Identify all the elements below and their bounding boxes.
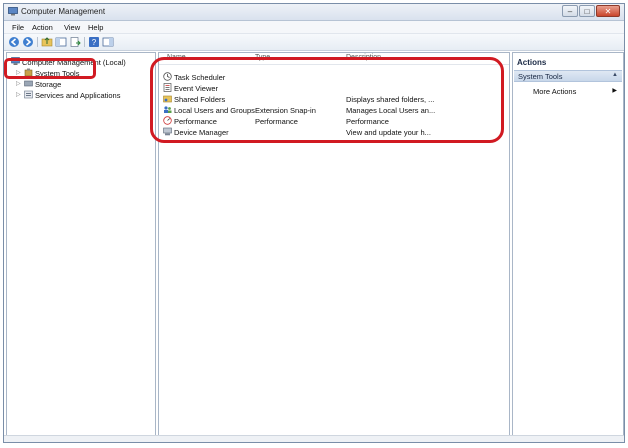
menu-action[interactable]: Action [32, 23, 53, 32]
show-hide-tree-icon[interactable] [55, 36, 67, 48]
minimize-button[interactable]: – [562, 5, 578, 17]
collapse-arrow-icon[interactable]: ▲ [612, 72, 618, 78]
toolbar-separator [37, 37, 38, 47]
services-icon [24, 90, 33, 99]
up-folder-icon[interactable] [41, 36, 53, 48]
actions-section-label: System Tools [518, 72, 563, 81]
status-bar [4, 435, 624, 442]
menu-file[interactable]: File [12, 23, 24, 32]
computer-management-icon [8, 7, 18, 16]
title-bar[interactable]: Computer Management – □ ✕ [4, 4, 624, 21]
show-hide-action-pane-icon[interactable] [102, 36, 114, 48]
highlight-box-tools-list [150, 57, 504, 143]
close-button[interactable]: ✕ [596, 5, 620, 17]
menu-bar: File Action View Help [4, 21, 624, 34]
svg-text:?: ? [92, 38, 97, 47]
submenu-arrow-icon: ▶ [612, 88, 617, 94]
back-arrow-icon[interactable] [8, 36, 20, 48]
console-tree-pane[interactable]: Computer Management (Local) ▷ System Too… [6, 52, 156, 436]
more-actions-item[interactable]: More Actions [533, 87, 576, 96]
tree-item-label: Storage [35, 80, 62, 89]
maximize-button[interactable]: □ [579, 5, 595, 17]
window-title: Computer Management [21, 7, 106, 16]
toolbar: ? [4, 34, 624, 51]
window-controls: – □ ✕ [561, 5, 620, 17]
help-icon[interactable]: ? [88, 36, 100, 48]
expand-arrow-icon[interactable]: ▷ [16, 91, 21, 98]
actions-pane: Actions System Tools ▲ More Actions ▶ [512, 52, 624, 436]
toolbar-separator [84, 37, 85, 47]
menu-help[interactable]: Help [88, 23, 103, 32]
expand-arrow-icon[interactable]: ▷ [16, 80, 21, 87]
actions-section-header[interactable]: System Tools ▲ [514, 70, 622, 82]
tree-item-label: Services and Applications [35, 91, 121, 100]
storage-icon [24, 80, 33, 87]
actions-title: Actions [517, 58, 547, 67]
highlight-box-system-tools [4, 58, 96, 79]
forward-arrow-icon[interactable] [22, 36, 34, 48]
export-list-icon[interactable] [69, 36, 81, 48]
menu-view[interactable]: View [64, 23, 80, 32]
